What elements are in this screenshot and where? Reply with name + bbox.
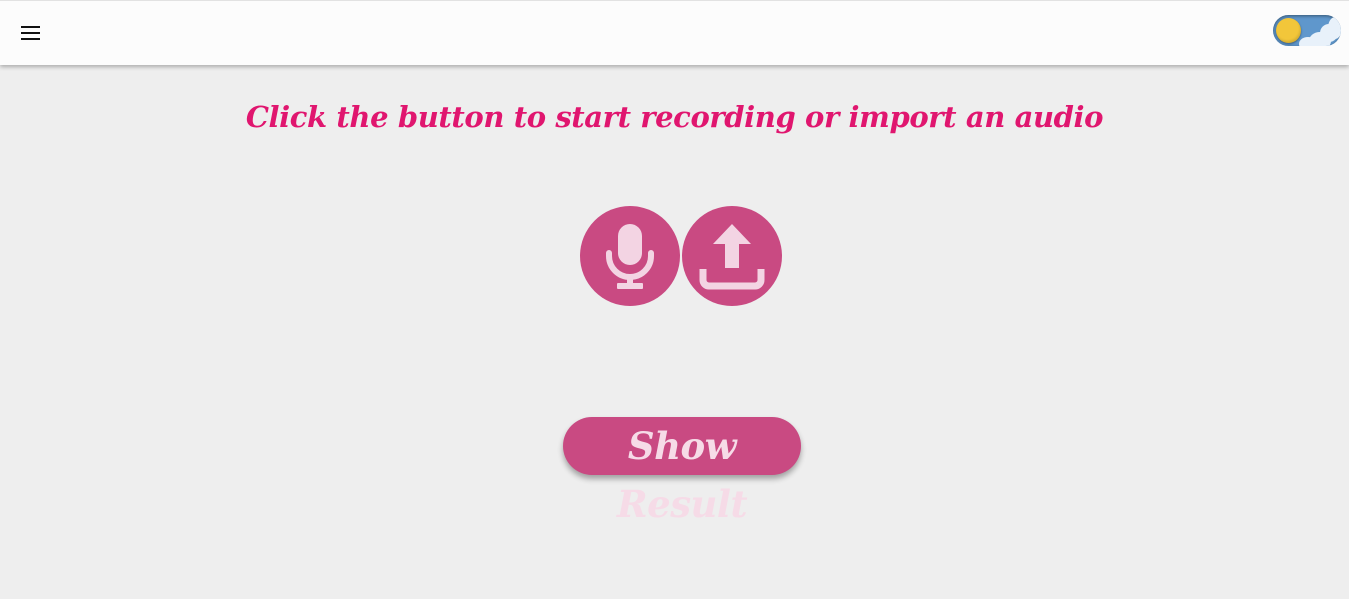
theme-toggle[interactable] <box>1273 15 1341 46</box>
upload-icon <box>699 224 765 290</box>
menu-button[interactable] <box>14 20 48 46</box>
microphone-icon <box>606 224 654 289</box>
cloud-decoration <box>1328 17 1341 39</box>
page-heading: Click the button to start recording or i… <box>245 100 1104 134</box>
sun-icon <box>1276 18 1301 43</box>
record-button[interactable] <box>580 206 680 306</box>
show-result-button[interactable]: Show Result <box>563 417 801 526</box>
cloud-decoration <box>1299 37 1317 46</box>
top-app-bar <box>0 0 1349 65</box>
upload-button[interactable] <box>682 206 782 306</box>
